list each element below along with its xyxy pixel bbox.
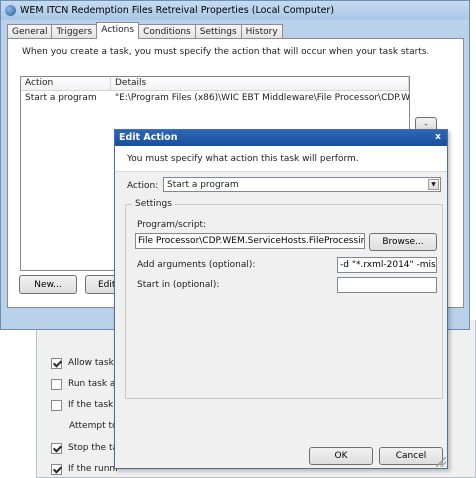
program-label: Program/script: — [137, 220, 207, 230]
start-in-label: Start in (optional): — [137, 280, 220, 290]
close-icon[interactable]: x — [432, 132, 444, 144]
tab-settings[interactable]: Settings — [194, 24, 242, 39]
tab-conditions[interactable]: Conditions — [138, 24, 196, 39]
browse-button[interactable]: Browse... — [369, 233, 437, 251]
start-in-input[interactable] — [337, 277, 437, 293]
checkbox[interactable] — [51, 463, 62, 475]
column-header-action[interactable]: Action — [21, 77, 111, 90]
action-label: Action: — [127, 181, 159, 191]
column-header-details[interactable]: Details — [111, 77, 409, 90]
tab-instructions: When you create a task, you must specify… — [22, 47, 430, 57]
setting-label: If the runni — [68, 464, 118, 474]
checkbox[interactable] — [51, 378, 62, 390]
dialog-titlebar[interactable]: Edit Action x — [115, 130, 447, 146]
arguments-label: Add arguments (optional): — [137, 260, 256, 270]
setting-run-task[interactable]: Run task as — [51, 377, 120, 391]
cancel-button[interactable]: Cancel — [379, 447, 443, 465]
action-select-value: Start a program — [167, 179, 239, 190]
list-header: Action Details — [21, 77, 409, 91]
dialog-instruction: You must specify what action this task w… — [127, 154, 359, 164]
checkbox[interactable] — [51, 442, 62, 454]
task-scheduler-icon — [5, 5, 16, 16]
row-action: Start a program — [25, 93, 97, 103]
tab-history[interactable]: History — [240, 24, 283, 39]
settings-group-label: Settings — [132, 199, 175, 209]
dialog-title: Edit Action — [119, 132, 178, 143]
tab-triggers[interactable]: Triggers — [51, 24, 98, 39]
ok-button[interactable]: OK — [309, 447, 373, 465]
tab-general[interactable]: General — [7, 24, 53, 39]
tab-strip: General Triggers Actions Conditions Sett… — [7, 22, 283, 39]
setting-label: Run task as — [68, 379, 121, 389]
checkbox[interactable] — [51, 357, 62, 369]
setting-attempt-to: Attempt to — [69, 419, 118, 433]
setting-label: Allow task t — [68, 358, 121, 368]
chevron-down-icon[interactable]: ▼ — [428, 179, 439, 190]
new-action-button[interactable]: New... — [19, 275, 77, 294]
table-row[interactable]: Start a program "E:\Program Files (x86)\… — [21, 91, 409, 105]
setting-stop-task[interactable]: Stop the tas — [51, 441, 123, 455]
program-input[interactable]: File Processor\CDP.WEM.ServiceHosts.File… — [135, 233, 365, 249]
resize-grip[interactable] — [436, 457, 446, 467]
setting-allow-task[interactable]: Allow task t — [51, 356, 120, 370]
dialog-header: You must specify what action this task w… — [115, 146, 447, 172]
setting-label: Attempt to — [69, 421, 118, 431]
setting-if-running[interactable]: If the runni — [51, 462, 118, 476]
action-select[interactable]: Start a program ▼ — [163, 177, 441, 192]
row-details: "E:\Program Files (x86)\WIC EBT Middlewa… — [115, 93, 409, 103]
arguments-input[interactable]: -d "*.rxml-2014" -misClie — [337, 257, 437, 273]
tab-actions[interactable]: Actions — [96, 22, 140, 39]
window-title: WEM ITCN Redemption Files Retreival Prop… — [20, 5, 335, 16]
edit-action-dialog: Edit Action x You must specify what acti… — [114, 129, 448, 469]
window-titlebar[interactable]: WEM ITCN Redemption Files Retreival Prop… — [1, 1, 469, 20]
checkbox[interactable] — [51, 399, 62, 411]
